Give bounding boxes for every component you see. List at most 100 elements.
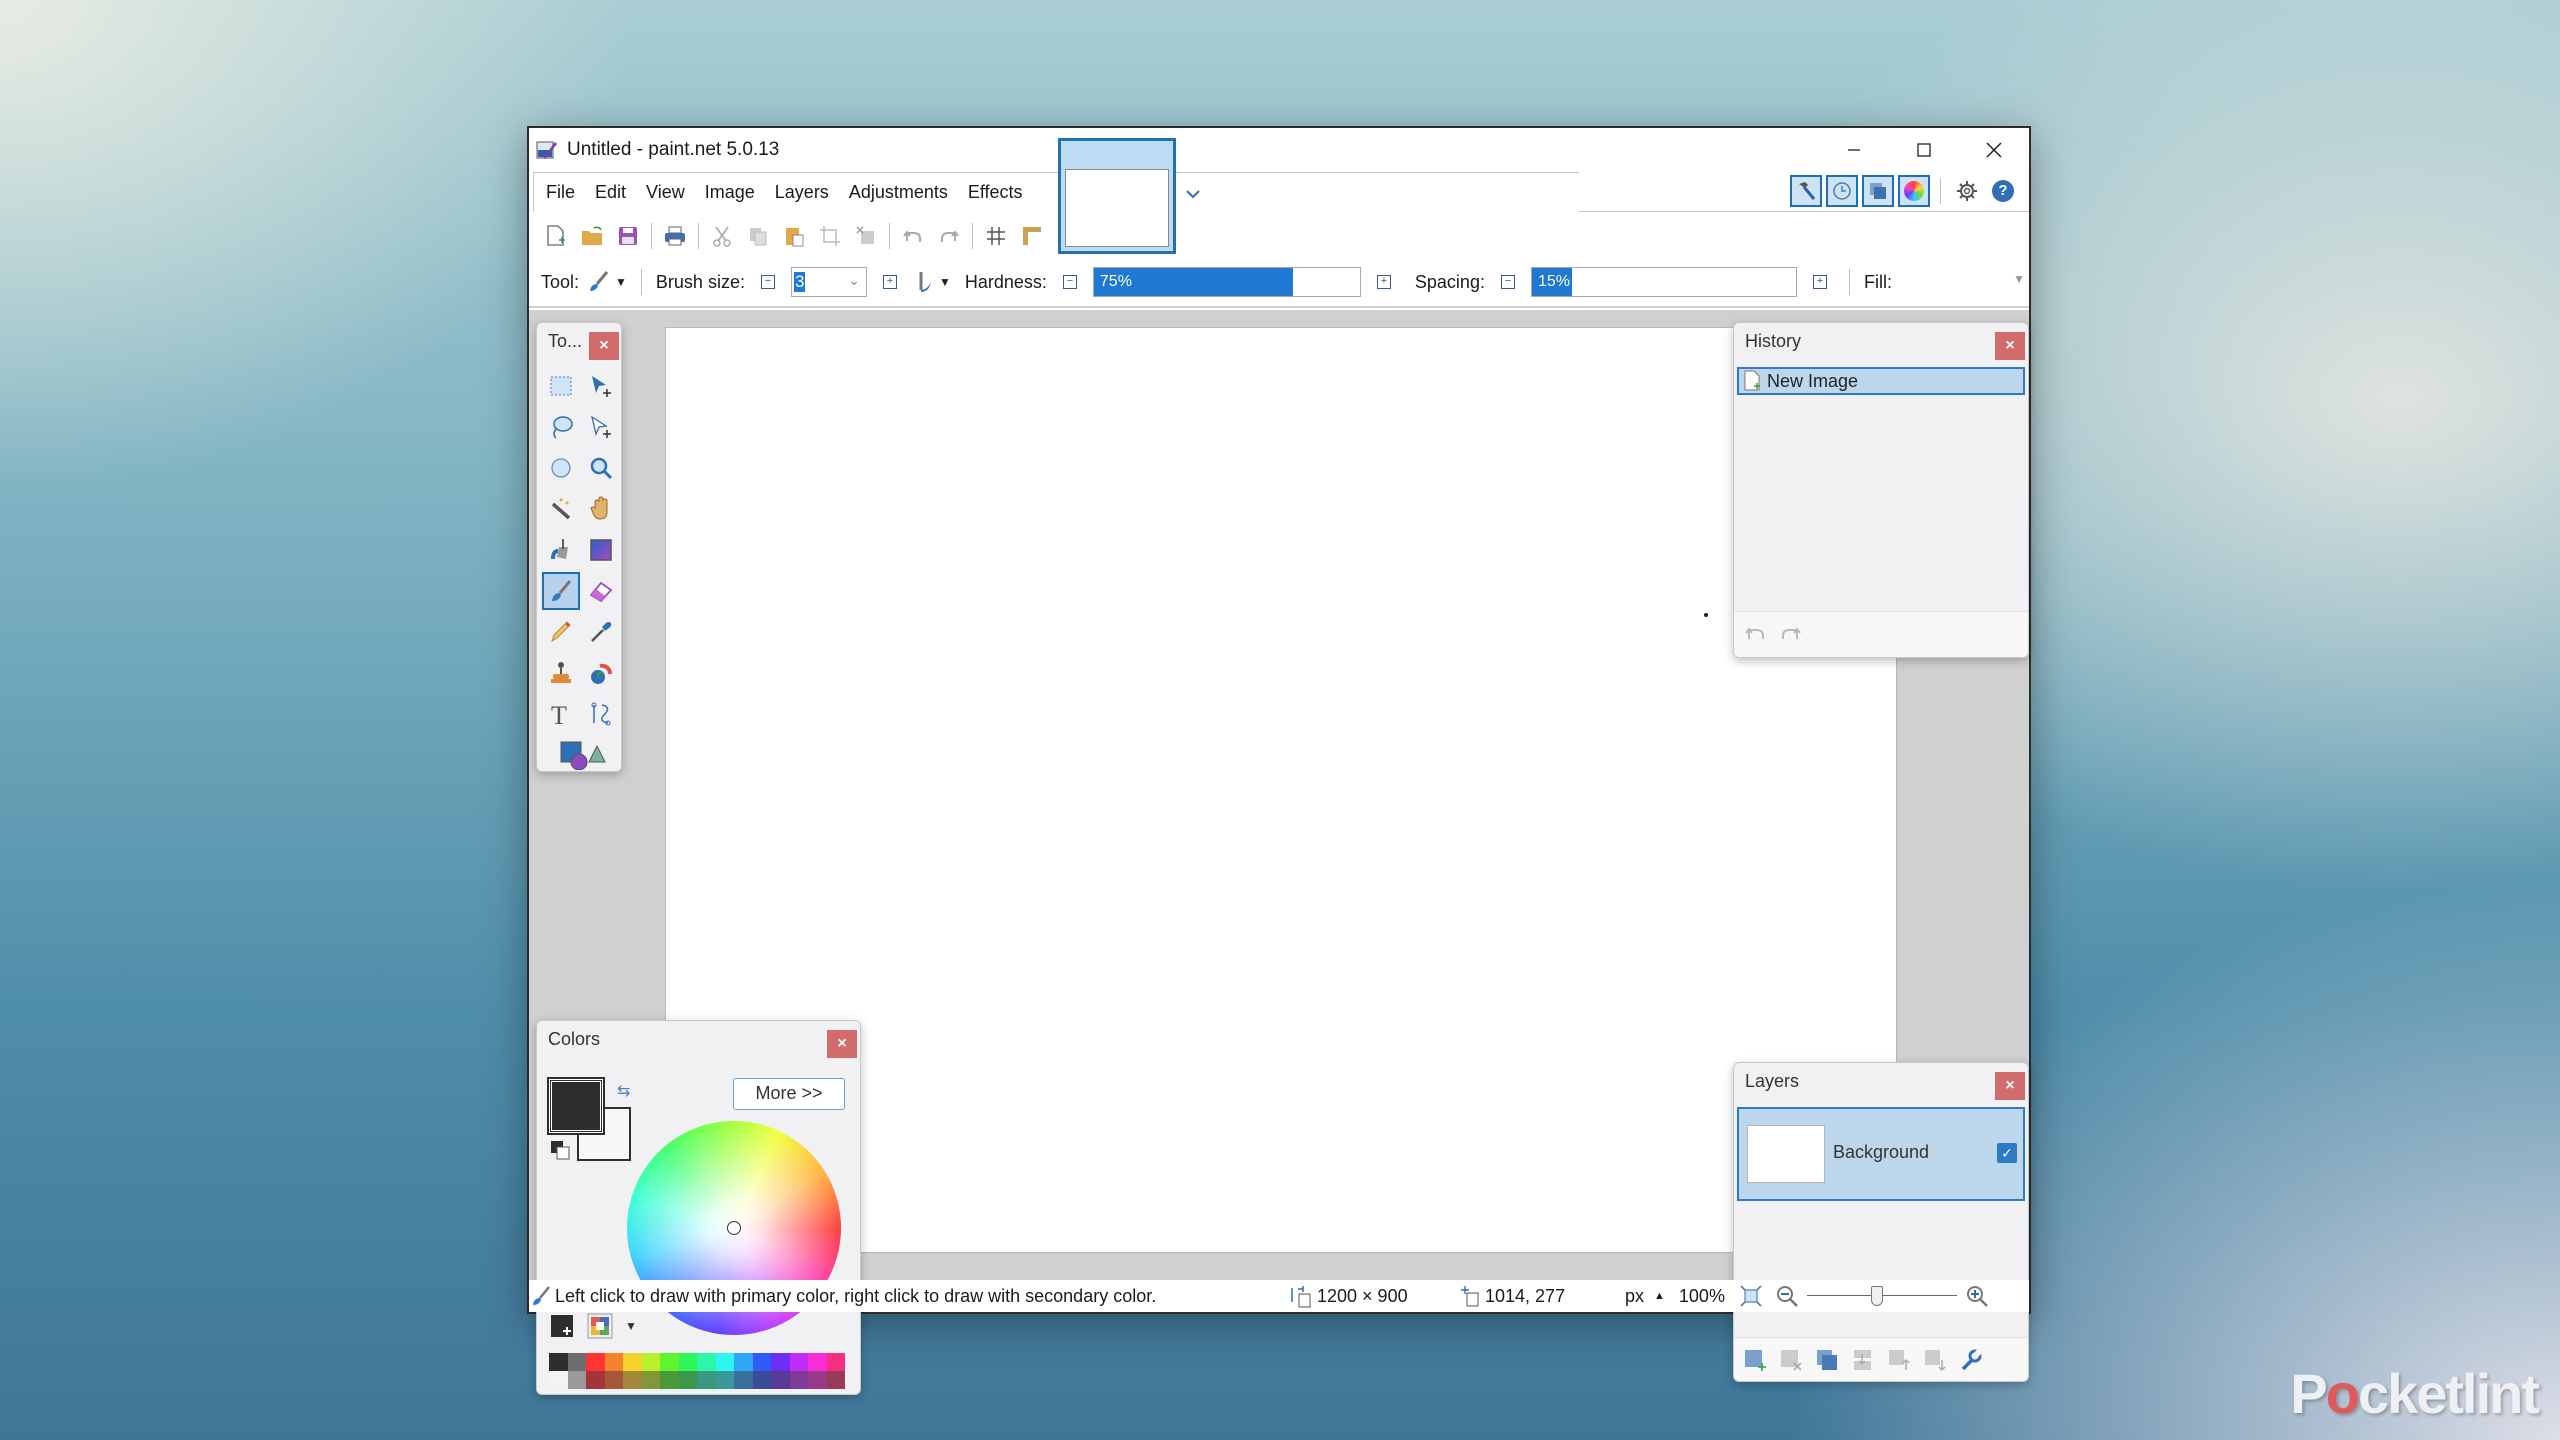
zoom-out-button[interactable] — [1775, 1284, 1799, 1308]
add-layer-button[interactable] — [1742, 1347, 1768, 1373]
open-button[interactable] — [579, 223, 605, 249]
palette-swatch[interactable] — [808, 1371, 827, 1389]
colors-panel-close-button[interactable]: × — [827, 1030, 857, 1058]
zoom-slider-thumb[interactable] — [1870, 1286, 1883, 1306]
tool-magic-wand[interactable] — [542, 490, 580, 528]
hardness-slider[interactable]: 75% — [1092, 267, 1361, 297]
tools-window-toggle[interactable] — [1790, 175, 1822, 207]
palette-icon[interactable] — [587, 1313, 613, 1339]
palette-swatch[interactable] — [752, 1353, 771, 1371]
palette-swatch[interactable] — [771, 1353, 790, 1371]
palette-swatch[interactable] — [678, 1371, 697, 1389]
palette-swatch[interactable] — [697, 1353, 716, 1371]
palette-swatch[interactable] — [549, 1353, 568, 1371]
menu-view[interactable]: View — [646, 182, 685, 203]
palette-swatch[interactable] — [623, 1371, 642, 1389]
antialiasing-selector[interactable]: ▼ — [913, 270, 951, 294]
spacing-slider[interactable]: 15% — [1530, 267, 1797, 297]
delete-layer-button[interactable] — [1778, 1347, 1804, 1373]
brush-size-combo[interactable]: 3 ⌄ — [790, 267, 867, 297]
zoom-value[interactable]: 100% — [1679, 1286, 1725, 1307]
hardness-decrease-button[interactable]: − — [1062, 275, 1077, 289]
history-panel-close-button[interactable]: × — [1995, 332, 2025, 360]
tool-paintbrush[interactable] — [542, 572, 580, 610]
cut-button[interactable] — [709, 223, 735, 249]
palette-swatch[interactable] — [771, 1371, 790, 1389]
palette-swatch[interactable] — [549, 1371, 568, 1389]
colors-window-toggle[interactable] — [1898, 175, 1930, 207]
help-button[interactable]: ? — [1987, 175, 2019, 207]
menu-file[interactable]: File — [546, 182, 575, 203]
tool-rectangle-select[interactable] — [542, 367, 580, 405]
palette-swatch[interactable] — [734, 1353, 753, 1371]
spacing-increase-button[interactable]: + — [1812, 275, 1827, 289]
palette-swatch[interactable] — [586, 1353, 605, 1371]
primary-color-swatch[interactable] — [547, 1077, 605, 1135]
merge-layer-down-button[interactable] — [1850, 1347, 1876, 1373]
more-colors-button[interactable]: More >> — [733, 1078, 845, 1110]
image-tabs-overflow-button[interactable] — [1185, 186, 1201, 205]
tool-paint-bucket[interactable] — [542, 531, 580, 569]
tool-selector[interactable]: ▼ — [587, 270, 627, 294]
palette-swatch[interactable] — [660, 1371, 679, 1389]
save-button[interactable] — [615, 223, 641, 249]
menu-image[interactable]: Image — [705, 182, 755, 203]
new-button[interactable] — [543, 223, 569, 249]
status-units[interactable]: px ▲ — [1625, 1286, 1665, 1307]
brush-size-increase-button[interactable]: + — [882, 275, 897, 289]
options-overflow-button[interactable]: ▼ — [2013, 272, 2025, 286]
tool-pencil[interactable] — [542, 613, 580, 651]
palette-swatch[interactable] — [789, 1371, 808, 1389]
hardness-increase-button[interactable]: + — [1376, 275, 1391, 289]
deselect-button[interactable] — [853, 223, 879, 249]
palette-swatch[interactable] — [660, 1353, 679, 1371]
palette-swatch[interactable] — [826, 1371, 845, 1389]
paste-button[interactable] — [781, 223, 807, 249]
tool-ellipse-select[interactable] — [542, 449, 580, 487]
zoom-to-window-button[interactable] — [1739, 1284, 1763, 1308]
menu-adjustments[interactable]: Adjustments — [849, 182, 948, 203]
layer-properties-button[interactable] — [1958, 1347, 1984, 1373]
palette-swatch[interactable] — [604, 1353, 623, 1371]
history-redo-button[interactable] — [1778, 621, 1802, 648]
tool-line-curve[interactable] — [582, 695, 620, 733]
palette-swatch[interactable] — [789, 1353, 808, 1371]
redo-button[interactable] — [936, 223, 962, 249]
swap-colors-icon[interactable]: ⇆ — [617, 1081, 630, 1101]
crop-button[interactable] — [817, 223, 843, 249]
tool-move-selected-pixels[interactable] — [582, 367, 620, 405]
tool-clone-stamp[interactable] — [542, 654, 580, 692]
print-button[interactable] — [662, 223, 688, 249]
minimize-button[interactable] — [1819, 128, 1889, 172]
menu-layers[interactable]: Layers — [775, 182, 829, 203]
menu-effects[interactable]: Effects — [968, 182, 1023, 203]
close-button[interactable] — [1959, 128, 2029, 172]
palette-swatch[interactable] — [752, 1371, 771, 1389]
zoom-slider[interactable] — [1806, 1286, 1957, 1306]
maximize-button[interactable] — [1889, 128, 1959, 172]
reset-colors-icon[interactable] — [549, 1139, 571, 1161]
palette-swatch[interactable] — [715, 1371, 734, 1389]
tool-shapes[interactable] — [542, 736, 620, 774]
move-layer-up-button[interactable] — [1886, 1347, 1912, 1373]
palette-swatch[interactable] — [567, 1353, 586, 1371]
palette-menu-caret-icon[interactable]: ▼ — [625, 1319, 637, 1333]
color-wheel-cursor[interactable] — [727, 1221, 741, 1235]
palette-swatch[interactable] — [697, 1371, 716, 1389]
palette-swatch[interactable] — [586, 1371, 605, 1389]
tool-lasso-select[interactable] — [542, 408, 580, 446]
history-undo-button[interactable] — [1744, 621, 1768, 648]
tool-color-picker[interactable] — [582, 613, 620, 651]
tools-panel-close-button[interactable]: × — [589, 332, 619, 360]
brush-size-decrease-button[interactable]: − — [760, 275, 775, 289]
tool-recolor[interactable] — [582, 654, 620, 692]
palette-swatch[interactable] — [734, 1371, 753, 1389]
zoom-in-button[interactable] — [1965, 1284, 1989, 1308]
add-to-palette-icon[interactable] — [549, 1313, 575, 1339]
layers-panel-close-button[interactable]: × — [1995, 1072, 2025, 1100]
tool-move-selection[interactable] — [582, 408, 620, 446]
layer-item[interactable]: Background ✓ — [1737, 1107, 2025, 1201]
copy-button[interactable] — [745, 223, 771, 249]
history-item[interactable]: New Image — [1737, 367, 2025, 395]
palette-swatch[interactable] — [567, 1371, 586, 1389]
